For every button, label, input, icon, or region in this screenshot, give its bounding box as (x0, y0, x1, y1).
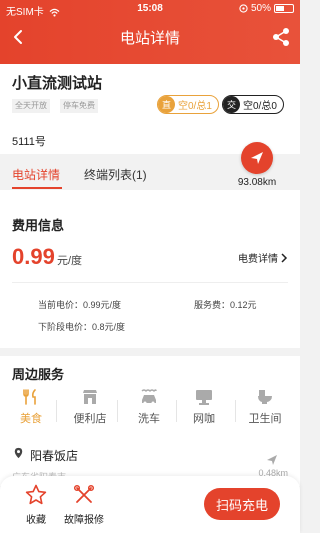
service-car-wash-label: 洗车 (138, 413, 160, 425)
computer-icon (196, 390, 212, 405)
fee-section-title: 费用信息 (12, 218, 65, 233)
star-icon (25, 484, 47, 505)
share-button[interactable] (270, 26, 292, 48)
service-store-label: 便利店 (73, 413, 107, 425)
services-section-title: 周边服务 (12, 367, 65, 382)
service-fee: 服务费：0.12元 (194, 300, 257, 310)
poi-name[interactable]: 阳春饭店 (30, 447, 78, 464)
service-food[interactable]: 美食 (16, 388, 46, 426)
fee-detail-label: 电费详情 (238, 254, 278, 265)
ac-status-badge: 交 空0/总0 (222, 95, 284, 114)
tab-station-detail[interactable]: 电站详情 (12, 166, 60, 183)
tab-terminal-list[interactable]: 终端列表(1) (84, 166, 147, 183)
status-right: 50% (239, 3, 294, 14)
service-separator (117, 400, 118, 422)
dc-status-text: 空0/总1 (178, 101, 212, 112)
price-value: 0.99 (12, 244, 55, 269)
dc-badge: 直 (158, 96, 175, 113)
bottom-action-bar: 收藏 故障报修 扫码充电 (0, 476, 300, 533)
car-wash-icon (141, 389, 157, 405)
status-bar: 无SIM卡 15:08 50% (0, 0, 300, 18)
report-fault-label: 故障报修 (64, 515, 104, 526)
tag-open-all-day: 全天开放 (12, 99, 50, 113)
favorite-label: 收藏 (26, 515, 46, 526)
ac-status-text: 空0/总0 (243, 101, 277, 112)
share-icon (273, 28, 289, 46)
fork-knife-icon (23, 389, 36, 405)
service-separator (56, 400, 57, 422)
next-price: 下阶段电价：0.8元/度 (38, 322, 126, 332)
battery-text: 50% (250, 3, 271, 14)
service-convenience-store[interactable]: 便利店 (73, 388, 107, 426)
service-car-wash[interactable]: 洗车 (134, 388, 164, 426)
service-restroom[interactable]: 卫生间 (248, 388, 282, 426)
tab-active-indicator (12, 187, 62, 189)
service-separator (176, 400, 177, 422)
current-price: 当前电价：0.99元/度 (38, 300, 122, 310)
poi-navigate-icon[interactable] (266, 454, 278, 466)
report-fault-button[interactable]: 故障报修 (64, 483, 104, 526)
chevron-right-icon (281, 252, 288, 263)
header: 无SIM卡 15:08 50% 电站详情 (0, 0, 300, 64)
station-info-card: 小直流测试站 全天开放 停车免费 直 空0/总1 交 空0/总0 5111号 (0, 64, 300, 154)
price-unit: 元/度 (57, 255, 83, 267)
ac-badge: 交 (223, 96, 240, 113)
service-internet-cafe[interactable]: 网咖 (189, 388, 219, 426)
nearby-services-card: 周边服务 美食 便利店 洗车 网咖 卫生间 阳春饭店 0.48km (0, 356, 300, 486)
service-food-label: 美食 (20, 413, 42, 425)
service-internet-cafe-label: 网咖 (193, 413, 215, 425)
navbar: 电站详情 (0, 20, 300, 60)
dc-status-badge: 直 空0/总1 (157, 95, 219, 114)
map-location-icon (14, 447, 23, 459)
divider (12, 282, 288, 283)
battery-fill (276, 6, 284, 11)
fee-detail-link[interactable]: 电费详情 (238, 250, 288, 265)
battery-icon (274, 4, 294, 13)
station-distance: 93.08km (237, 177, 277, 188)
wrench-icon (73, 484, 95, 503)
scan-charge-button[interactable]: 扫码充电 (204, 488, 280, 520)
station-address: 5111号 (12, 136, 46, 148)
station-name: 小直流测试站 (12, 75, 103, 92)
store-icon (83, 390, 97, 404)
fee-card: 费用信息 0.99 元/度 电费详情 当前电价：0.99元/度 服务费：0.12… (0, 190, 300, 348)
service-restroom-label: 卫生间 (248, 413, 282, 425)
favorite-button[interactable]: 收藏 (16, 483, 56, 526)
navigate-button[interactable] (241, 142, 273, 174)
toilet-icon (258, 390, 272, 404)
tag-free-parking: 停车免费 (60, 99, 98, 113)
navigation-arrow-icon (251, 152, 263, 164)
service-separator (235, 400, 236, 422)
page-title: 电站详情 (119, 30, 180, 47)
location-lock-icon (239, 4, 248, 13)
